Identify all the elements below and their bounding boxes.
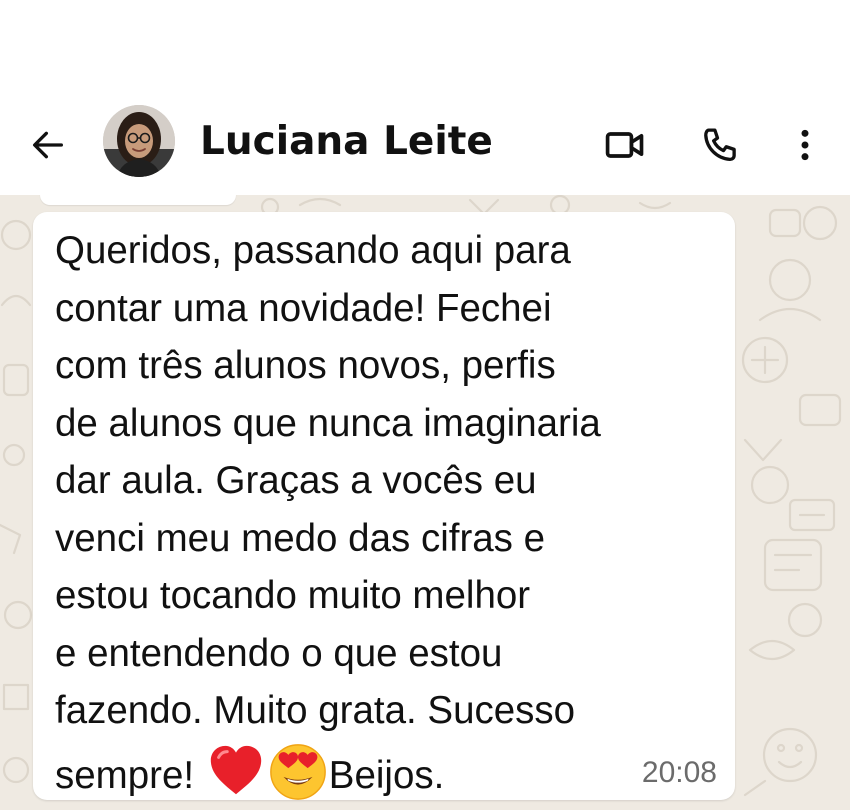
message-line: dar aula. Graças a vocês eu bbox=[55, 459, 537, 502]
message-line: com três alunos novos, perfis bbox=[55, 344, 556, 387]
video-call-button[interactable] bbox=[597, 117, 653, 173]
message-timestamp: 20:08 bbox=[641, 756, 717, 789]
status-bar-area bbox=[0, 0, 850, 95]
arrow-left-icon bbox=[33, 131, 63, 159]
message-line: venci meu medo das cifras e bbox=[55, 516, 546, 560]
message-line: Queridos, passando aqui para bbox=[55, 229, 571, 272]
more-options-button[interactable] bbox=[777, 117, 833, 173]
chat-area[interactable]: Queridos, passando aqui para contar uma … bbox=[0, 195, 850, 810]
message-text: Queridos, passando aqui para contar uma … bbox=[55, 222, 725, 800]
phone-icon bbox=[704, 128, 736, 162]
red-heart-emoji bbox=[205, 740, 267, 802]
message-line: contar uma novidade! Fechei bbox=[55, 286, 552, 330]
avatar[interactable] bbox=[103, 105, 175, 177]
video-camera-icon bbox=[605, 132, 644, 158]
chat-header: Luciana Leite bbox=[0, 95, 850, 195]
voice-call-button[interactable] bbox=[693, 117, 749, 173]
message-text-segment: Beijos. bbox=[328, 753, 445, 797]
message-bubble[interactable]: Queridos, passando aqui para contar uma … bbox=[33, 212, 735, 800]
message-text-segment: sempre! bbox=[55, 753, 205, 797]
message-last-line: sempre! Beijos. bbox=[55, 740, 725, 800]
message-line: de alunos que nunca imaginaria bbox=[55, 401, 601, 445]
message-line: e entendendo o que estou bbox=[55, 631, 503, 675]
message-line: fazendo. Muito grata. Sucesso bbox=[55, 689, 576, 732]
heart-eyes-emoji bbox=[267, 740, 329, 802]
profile-photo bbox=[103, 105, 175, 177]
message-line: estou tocando muito melhor bbox=[55, 574, 531, 617]
back-button[interactable] bbox=[22, 119, 74, 171]
contact-name[interactable]: Luciana Leite bbox=[200, 119, 493, 165]
more-vertical-icon bbox=[801, 129, 809, 161]
previous-message-bubble bbox=[40, 195, 236, 205]
